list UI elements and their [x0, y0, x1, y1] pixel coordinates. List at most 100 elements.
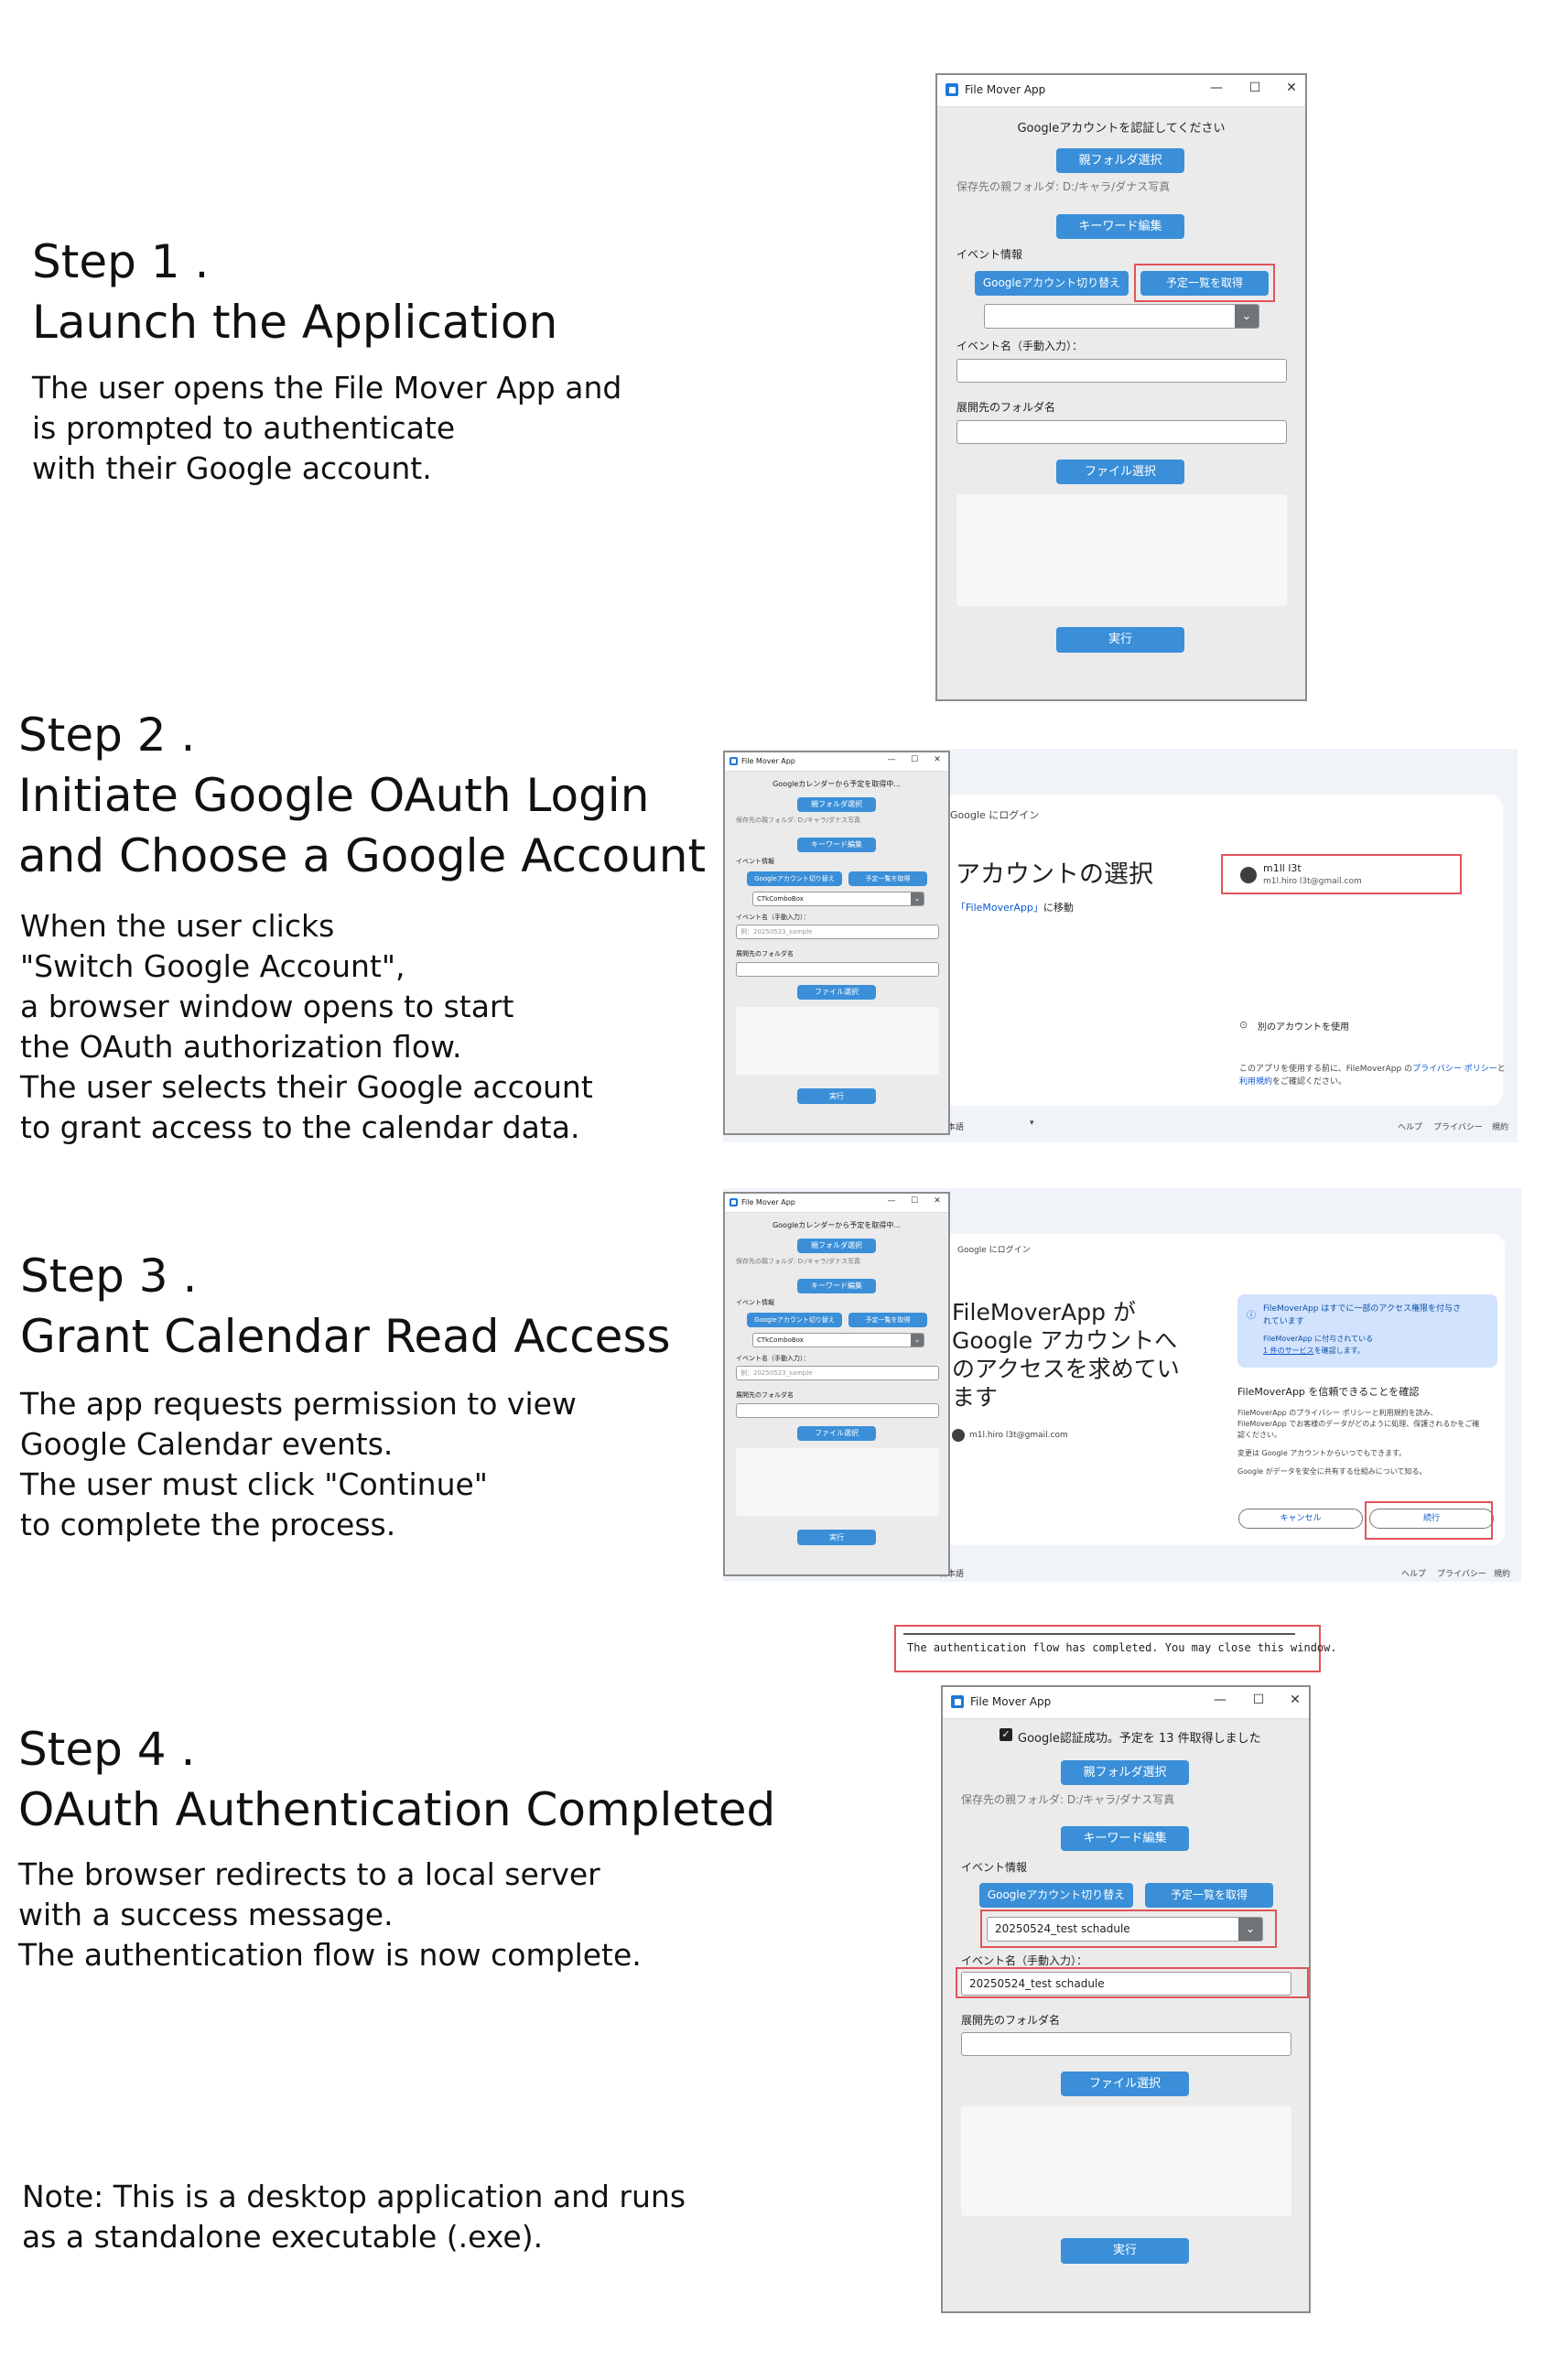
parent-folder-button[interactable]: 親フォルダ選択 — [1056, 148, 1184, 173]
event-name-input[interactable]: 例：20250523_sample — [736, 925, 939, 939]
maximize-icon[interactable]: ☐ — [1241, 81, 1269, 95]
privacy-notice-2: 利用規約をご確認ください。 — [1239, 1075, 1346, 1087]
event-name-label: イベント名（手動入力）： — [961, 1954, 1088, 1967]
step2-title-line2: Initiate Google OAuth Login — [18, 769, 650, 822]
switch-google-account-button[interactable]: Googleアカウント切り替え — [747, 871, 842, 886]
highlight-box — [1365, 1501, 1493, 1540]
event-name-label: イベント名（手動入力）： — [956, 340, 1084, 352]
file-select-button[interactable]: ファイル選択 — [1056, 460, 1184, 484]
switch-google-account-button[interactable]: Googleアカウント切り替え — [979, 1883, 1133, 1908]
account-email: m1l.hiro l3t@gmail.com — [969, 1431, 1068, 1440]
account-chooser-card — [906, 795, 1503, 1106]
minimize-icon[interactable]: — — [882, 1196, 901, 1206]
dest-folder-input[interactable] — [736, 962, 939, 977]
parent-folder-button[interactable]: 親フォルダ選択 — [797, 1239, 876, 1253]
info-services: 1 件のサービスを確認します。 — [1263, 1346, 1365, 1356]
dest-folder-label: 展開先のフォルダ名 — [961, 2014, 1061, 2027]
close-icon[interactable]: ✕ — [928, 755, 946, 764]
parent-folder-button[interactable]: 親フォルダ選択 — [797, 797, 876, 812]
maximize-icon[interactable]: ☐ — [1245, 1693, 1272, 1707]
step2-desc-line: a browser window opens to start — [20, 989, 514, 1024]
dest-folder-input[interactable] — [736, 1403, 939, 1418]
privacy-link[interactable]: プライバシー ポリシー — [1412, 1065, 1497, 1074]
parent-folder-button[interactable]: 親フォルダ選択 — [1061, 1760, 1189, 1785]
chevron-down-icon[interactable]: ⌄ — [1235, 305, 1259, 328]
file-list-textbox[interactable] — [736, 1448, 939, 1516]
dest-folder-label: 展開先のフォルダ名 — [736, 950, 794, 957]
trust-body: 認ください。 — [1237, 1431, 1281, 1439]
success-message: The authentication flow has completed. Y… — [907, 1641, 1337, 1654]
footer-terms-link[interactable]: 規約 — [1492, 1120, 1508, 1132]
keyword-edit-button[interactable]: キーワード編集 — [1056, 214, 1184, 239]
event-info-label: イベント情報 — [956, 248, 1023, 261]
switch-google-account-button[interactable]: Googleアカウント切り替え — [747, 1313, 842, 1327]
file-list-textbox[interactable] — [956, 494, 1287, 606]
file-list-textbox[interactable] — [961, 2106, 1291, 2216]
privacy-text: このアプリを使用する前に、FileMoverApp の — [1239, 1065, 1413, 1074]
event-combobox[interactable]: CTkComboBox ⌄ — [752, 892, 924, 906]
step3-title-line2: Grant Calendar Read Access — [20, 1310, 671, 1363]
minimize-icon[interactable]: — — [1203, 81, 1230, 95]
event-name-input[interactable]: 例：20250523_sample — [736, 1366, 939, 1380]
minimize-icon[interactable]: — — [882, 755, 901, 764]
minimize-icon[interactable]: — — [1206, 1693, 1234, 1707]
switch-google-account-button[interactable]: Googleアカウント切り替え — [975, 271, 1129, 296]
fetch-events-button[interactable]: 予定一覧を取得 — [1145, 1883, 1273, 1908]
dest-folder-input[interactable] — [956, 420, 1287, 444]
cancel-button[interactable]: キャンセル — [1238, 1509, 1363, 1529]
title-bar: File Mover App — ☐ ✕ — [943, 1687, 1309, 1719]
fetch-events-button[interactable]: 予定一覧を取得 — [848, 1313, 927, 1327]
footer-help-link[interactable]: ヘルプ — [1401, 1567, 1426, 1579]
chevron-down-icon[interactable]: ⌄ — [911, 1334, 924, 1347]
chevron-down-icon[interactable]: ▾ — [1030, 1119, 1034, 1128]
app-link[interactable]: 「FileMoverApp」 — [956, 902, 1043, 914]
dest-folder-input[interactable] — [961, 2032, 1291, 2056]
terms-link[interactable]: 利用規約 — [1239, 1077, 1272, 1087]
footer-help-link[interactable]: ヘルプ — [1398, 1120, 1422, 1132]
fetch-events-button[interactable]: 予定一覧を取得 — [848, 871, 927, 886]
close-icon[interactable]: ✕ — [928, 1196, 946, 1206]
maximize-icon[interactable]: ☐ — [905, 1196, 924, 1206]
footer-terms-link[interactable]: 規約 — [1494, 1567, 1510, 1579]
parent-folder-path: 保存先の親フォルダ: D:/キャラ/ダナス写真 — [956, 180, 1171, 193]
chevron-down-icon[interactable]: ⌄ — [911, 892, 924, 905]
avatar — [952, 1429, 965, 1442]
footer-privacy-link[interactable]: プライバシー — [1437, 1567, 1486, 1579]
run-button[interactable]: 実行 — [1061, 2238, 1189, 2264]
close-icon[interactable]: ✕ — [1281, 1693, 1309, 1707]
maximize-icon[interactable]: ☐ — [905, 755, 924, 764]
file-list-textbox[interactable] — [736, 1007, 939, 1075]
google-login-header: Google にログイン — [950, 809, 1040, 821]
file-select-button[interactable]: ファイル選択 — [797, 985, 876, 1000]
window-title: File Mover App — [741, 757, 795, 765]
event-combobox[interactable]: ⌄ — [984, 304, 1259, 329]
choose-account-heading: アカウントの選択 — [956, 860, 1153, 889]
close-icon[interactable]: ✕ — [1278, 81, 1305, 95]
step1-title-line1: Step 1 . — [32, 235, 210, 288]
checkmark-icon: ✓ — [1000, 1728, 1012, 1741]
step4-desc-line: The authentication flow is now complete. — [18, 1937, 642, 1973]
event-name-input[interactable] — [956, 359, 1287, 383]
run-button[interactable]: 実行 — [797, 1088, 876, 1104]
step1-title-line2: Launch the Application — [32, 296, 558, 349]
dest-folder-label: 展開先のフォルダ名 — [736, 1391, 794, 1399]
services-link[interactable]: 1 件のサービス — [1263, 1347, 1314, 1355]
title-bar: File Mover App — ☐ ✕ — [725, 752, 948, 772]
event-combobox[interactable]: CTkComboBox ⌄ — [752, 1333, 924, 1347]
title-bar: File Mover App — ☐ ✕ — [725, 1194, 948, 1213]
step1-desc-line: with their Google account. — [32, 450, 432, 486]
use-other-account[interactable]: 別のアカウントを使用 — [1258, 1019, 1349, 1033]
event-info-label: イベント情報 — [961, 1861, 1028, 1874]
footer-privacy-link[interactable]: プライバシー — [1433, 1120, 1483, 1132]
status-label: Googleアカウントを認証してください — [1017, 122, 1226, 135]
run-button[interactable]: 実行 — [1056, 627, 1184, 653]
file-select-button[interactable]: ファイル選択 — [797, 1426, 876, 1441]
file-select-button[interactable]: ファイル選択 — [1061, 2072, 1189, 2096]
step4-desc-line: with a success message. — [18, 1897, 394, 1932]
keyword-edit-button[interactable]: キーワード編集 — [1061, 1826, 1189, 1851]
keyword-edit-button[interactable]: キーワード編集 — [797, 1279, 876, 1293]
other-account-icon: ⊙ — [1239, 1019, 1248, 1031]
run-button[interactable]: 実行 — [797, 1530, 876, 1545]
keyword-edit-button[interactable]: キーワード編集 — [797, 838, 876, 852]
event-info-label: イベント情報 — [736, 1299, 774, 1306]
